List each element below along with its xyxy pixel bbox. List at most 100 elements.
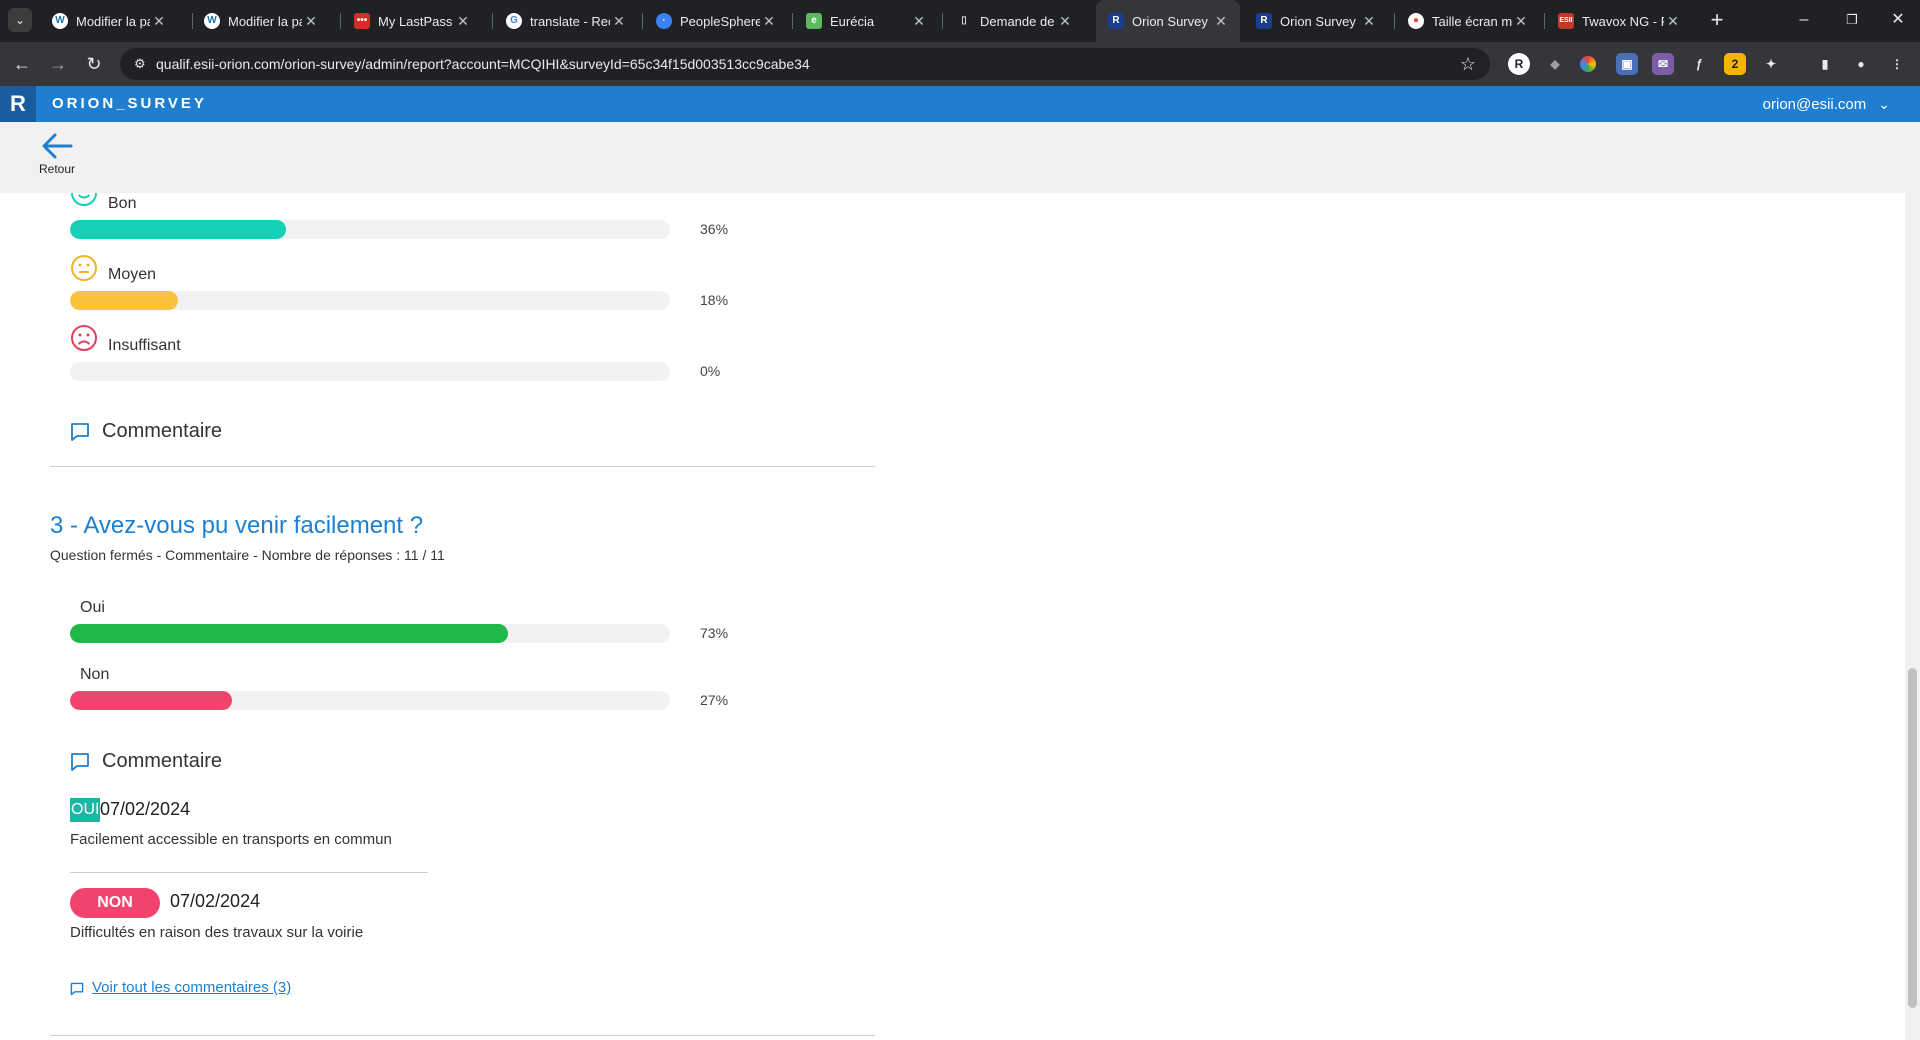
eurecia-icon: e xyxy=(806,13,822,29)
close-icon[interactable]: ✕ xyxy=(1664,13,1682,30)
color-picker-icon[interactable] xyxy=(1580,56,1596,72)
restore-icon[interactable]: ❐ xyxy=(1826,0,1878,40)
close-icon[interactable]: ✕ xyxy=(760,13,778,30)
tab-title: Orion Survey xyxy=(1132,13,1208,29)
close-icon[interactable]: ✕ xyxy=(1512,13,1530,30)
extensions-puzzle-icon[interactable]: ✦ xyxy=(1760,53,1782,75)
tab-title: Modifier la page xyxy=(76,13,150,29)
orion-icon: R xyxy=(1256,13,1272,29)
reload-icon[interactable]: ↻ xyxy=(82,52,106,76)
close-icon[interactable]: ✕ xyxy=(454,13,472,30)
profile-icon[interactable]: ● xyxy=(1850,53,1872,75)
tab-title: Orion Survey xyxy=(1280,13,1356,29)
browser-tab-10[interactable]: ● Taille écran moyen ✕ xyxy=(1396,0,1540,42)
document-icon: ▯ xyxy=(956,13,972,29)
tab-title: My LastPass Vault xyxy=(378,13,454,29)
address-bar[interactable]: ⚙ qualif.esii-orion.com/orion-survey/adm… xyxy=(120,48,1490,80)
browser-toolbar: ← → ↻ ⚙ qualif.esii-orion.com/orion-surv… xyxy=(0,42,1920,86)
close-icon[interactable]: ✕ xyxy=(150,13,168,30)
close-icon[interactable]: ✕ xyxy=(1212,13,1230,30)
browser-tab-5[interactable]: · PeopleSpheres ✕ xyxy=(644,0,788,42)
extension-puzzle-grey-icon[interactable]: ◆ xyxy=(1544,53,1566,75)
close-icon[interactable]: ✕ xyxy=(1360,13,1378,30)
back-button[interactable]: Retour xyxy=(36,128,78,176)
comment-date: 07/02/2024 xyxy=(100,799,191,819)
back-arrow-icon[interactable]: ← xyxy=(10,52,34,76)
percent-label: 36% xyxy=(700,221,729,237)
side-panel-icon[interactable]: ▮ xyxy=(1814,53,1836,75)
tab-title: Demande de congé xyxy=(980,13,1056,29)
app-title: ORION_SURVEY xyxy=(52,95,207,112)
extension-r-icon[interactable]: R xyxy=(1508,53,1530,75)
comment-icon xyxy=(71,753,89,771)
tab-title: Modifier la page xyxy=(228,13,302,29)
close-icon[interactable]: ✕ xyxy=(910,13,928,30)
close-icon[interactable]: ✕ xyxy=(610,13,628,30)
forward-arrow-icon[interactable]: → xyxy=(46,52,70,76)
window-close-icon[interactable]: ✕ xyxy=(1872,0,1920,40)
orion-icon: R xyxy=(1108,13,1124,29)
google-icon: G xyxy=(506,13,522,29)
scrollbar-thumb[interactable] xyxy=(1908,668,1917,1008)
browser-tab-9[interactable]: R Orion Survey ✕ xyxy=(1244,0,1388,42)
browser-tab-11[interactable]: ESII Twavox NG - Pa ✕ xyxy=(1546,0,1692,42)
browser-tab-1[interactable]: W Modifier la page ✕ xyxy=(40,0,178,42)
tab-title: Taille écran moyen xyxy=(1432,13,1512,29)
browser-tab-4[interactable]: G translate - Recherche ✕ xyxy=(494,0,638,42)
question-meta: Question fermés - Commentaire - Nombre d… xyxy=(50,547,445,563)
browser-tab-2[interactable]: W Modifier la page ✕ xyxy=(192,0,330,42)
browser-tab-6[interactable]: e Eurécia ✕ xyxy=(794,0,938,42)
comment-heading: Commentaire xyxy=(102,750,223,772)
section-divider xyxy=(50,1035,875,1036)
page-scrollbar[interactable] xyxy=(1905,193,1920,1040)
browser-tab-7[interactable]: ▯ Demande de congé ✕ xyxy=(944,0,1084,42)
comment-icon xyxy=(71,423,89,441)
bookmark-star-icon[interactable]: ☆ xyxy=(1460,54,1476,75)
percent-label: 18% xyxy=(700,292,729,308)
option-label-non: Non xyxy=(80,666,110,683)
progress-fill xyxy=(70,291,178,310)
tab-title: PeopleSpheres xyxy=(680,13,760,29)
option-label-oui: Oui xyxy=(80,599,105,616)
minimize-icon[interactable]: – xyxy=(1778,0,1830,40)
notes-icon[interactable]: 2 xyxy=(1724,53,1746,75)
browser-tab-3[interactable]: ••• My LastPass Vault ✕ xyxy=(342,0,482,42)
mail-icon[interactable]: ✉ xyxy=(1652,53,1674,75)
happy-face-icon xyxy=(71,193,97,206)
back-bar: Retour xyxy=(0,122,1920,193)
question-title: 3 - Avez-vous pu venir facilement ? xyxy=(50,512,424,539)
tab-search-button[interactable]: ⌄ xyxy=(8,8,32,32)
percent-label: 0% xyxy=(700,363,721,379)
answer-badge-non: NON xyxy=(70,888,160,918)
site-info-icon[interactable]: ⚙ xyxy=(134,56,150,72)
lastpass-icon: ••• xyxy=(354,13,370,29)
comment-icon xyxy=(70,982,84,996)
url-text[interactable]: qualif.esii-orion.com/orion-survey/admin… xyxy=(156,48,810,80)
progress-fill xyxy=(70,691,232,710)
comment-heading: Commentaire xyxy=(102,420,223,442)
tab-title: translate - Recherche xyxy=(530,13,610,29)
screen-capture-icon[interactable]: ▣ xyxy=(1616,53,1638,75)
new-tab-button[interactable]: + xyxy=(1704,8,1730,34)
tab-title: Eurécia xyxy=(830,13,875,29)
browser-menu-icon[interactable]: ⋮ xyxy=(1886,53,1908,75)
close-icon[interactable]: ✕ xyxy=(1056,13,1074,30)
formula-icon[interactable]: ƒ xyxy=(1688,53,1710,75)
comment-divider xyxy=(70,872,428,873)
record-icon: ● xyxy=(1408,13,1424,29)
close-icon[interactable]: ✕ xyxy=(302,13,320,30)
user-menu[interactable]: orion@esii.com ⌄ xyxy=(1763,86,1890,123)
see-all-label[interactable]: Voir tout les commentaires (3) xyxy=(92,979,291,996)
tab-title: Twavox NG - Pa xyxy=(1582,13,1664,29)
progress-fill xyxy=(70,220,286,239)
app-logo[interactable]: R xyxy=(0,86,36,122)
browser-tab-strip: ⌄ W Modifier la page ✕ W Modifier la pag… xyxy=(0,0,1920,42)
back-label: Retour xyxy=(38,162,76,176)
progress-bar-bon xyxy=(70,220,670,239)
comment-date: 07/02/2024 xyxy=(170,891,261,911)
browser-tab-active[interactable]: R Orion Survey ✕ xyxy=(1096,0,1240,42)
option-label: Moyen xyxy=(108,266,157,283)
section-divider xyxy=(50,466,875,467)
option-label: Bon xyxy=(108,195,137,212)
sad-face-icon xyxy=(71,325,97,351)
